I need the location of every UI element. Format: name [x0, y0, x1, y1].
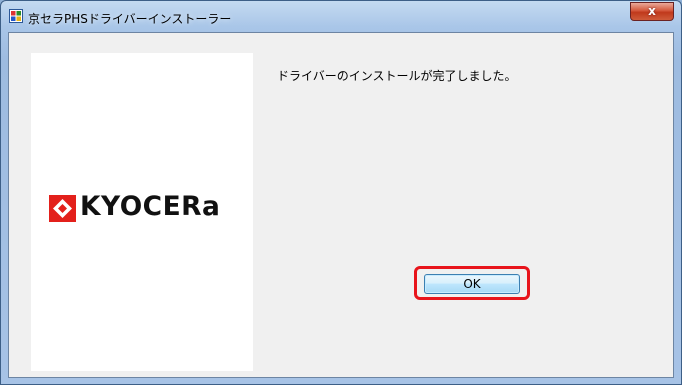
installer-window: 京セラPHSドライバーインストーラー x KYOCERa ドライバーのインストー… [0, 0, 682, 385]
window-title: 京セラPHSドライバーインストーラー [28, 12, 232, 26]
ok-button[interactable]: OK [424, 274, 520, 294]
title-bar[interactable]: 京セラPHSドライバーインストーラー x [1, 1, 681, 31]
installer-app-icon [9, 9, 23, 23]
close-icon: x [648, 4, 656, 18]
logo-wordmark: KYOCERa [80, 191, 221, 222]
logo-panel: KYOCERa [31, 53, 253, 371]
close-button[interactable]: x [630, 2, 674, 21]
kyocera-mark-icon [49, 195, 76, 222]
completion-message: ドライバーのインストールが完了しました。 [277, 69, 517, 83]
dialog-client-area: KYOCERa ドライバーのインストールが完了しました。 OK [8, 32, 674, 378]
